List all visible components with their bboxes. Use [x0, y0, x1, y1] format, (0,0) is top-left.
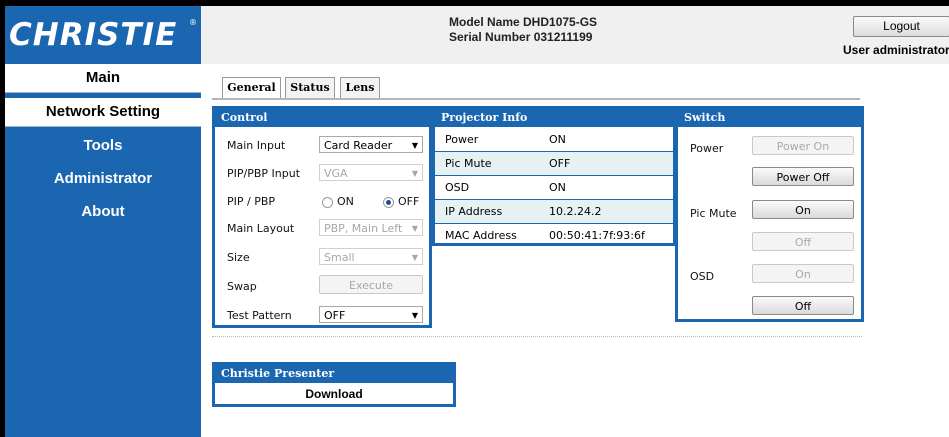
pip-pbp-on-radio[interactable]	[322, 197, 333, 208]
pic-mute-label: Pic Mute	[690, 207, 737, 220]
table-row: Power ON	[435, 128, 673, 152]
test-pattern-value: OFF	[324, 309, 346, 322]
header: Model Name DHD1075-GS Serial Number 0312…	[201, 6, 949, 64]
pip-input-select[interactable]: VGA ▼	[319, 164, 423, 181]
tab-divider	[212, 98, 860, 100]
logout-button[interactable]: Logout	[853, 16, 949, 37]
main-layout-select[interactable]: PBP, Main Left ▼	[319, 219, 423, 236]
info-label: OSD	[445, 181, 470, 194]
user-label: User administrator	[843, 43, 949, 57]
model-name: Model Name DHD1075-GS	[449, 15, 598, 29]
info-label: MAC Address	[445, 229, 517, 242]
main-layout-value: PBP, Main Left	[324, 222, 403, 235]
presenter-title: Christie Presenter	[215, 365, 453, 383]
info-label: Pic Mute	[445, 157, 492, 170]
pic-mute-off-button[interactable]: Off	[752, 232, 854, 251]
table-row: MAC Address 00:50:41:7f:93:6f	[435, 224, 673, 247]
power-label: Power	[690, 142, 724, 155]
info-value: ON	[549, 133, 566, 146]
main-input-label: Main Input	[227, 139, 286, 152]
osd-off-button[interactable]: Off	[752, 296, 854, 315]
tab-lens[interactable]: Lens	[340, 77, 380, 98]
nav-administrator[interactable]: Administrator	[5, 170, 201, 192]
tab-status[interactable]: Status	[285, 77, 335, 98]
presenter-panel: Christie Presenter Download	[212, 362, 456, 407]
sidebar: CHRISTIE ® Main Network Setting Tools Ad…	[5, 6, 201, 437]
pip-input-value: VGA	[324, 167, 348, 180]
nav-tools[interactable]: Tools	[5, 137, 201, 159]
info-label: IP Address	[445, 205, 503, 218]
main-layout-label: Main Layout	[227, 222, 295, 235]
control-title: Control	[215, 109, 429, 127]
main-input-select[interactable]: Card Reader ▼	[319, 136, 423, 153]
table-row: IP Address 10.2.24.2	[435, 200, 673, 224]
pip-pbp-off-label: OFF	[398, 195, 420, 208]
chevron-down-icon: ▼	[411, 169, 418, 178]
main-input-value: Card Reader	[324, 139, 393, 152]
osd-on-button[interactable]: On	[752, 264, 854, 283]
registered-mark: ®	[189, 18, 197, 27]
swap-execute-button[interactable]: Execute	[319, 275, 423, 294]
projector-info-panel: Projector Info Power ON Pic Mute OFF OSD…	[432, 106, 676, 246]
info-label: Power	[445, 133, 479, 146]
chevron-down-icon: ▼	[411, 141, 418, 150]
osd-label: OSD	[690, 270, 715, 283]
size-select[interactable]: Small ▼	[319, 248, 423, 265]
pip-pbp-on-label: ON	[337, 195, 354, 208]
table-row: OSD ON	[435, 176, 673, 200]
chevron-down-icon: ▼	[411, 224, 418, 233]
table-row: Pic Mute OFF	[435, 152, 673, 176]
power-off-button[interactable]: Power Off	[752, 167, 854, 186]
christie-logo: CHRISTIE	[9, 17, 178, 53]
info-value: 10.2.24.2	[549, 205, 602, 218]
pip-pbp-off-radio[interactable]	[383, 197, 394, 208]
switch-title: Switch	[678, 109, 861, 127]
pic-mute-on-button[interactable]: On	[752, 200, 854, 219]
nav-network-setting[interactable]: Network Setting	[5, 98, 201, 127]
chevron-down-icon: ▼	[411, 311, 418, 320]
download-link[interactable]: Download	[215, 387, 453, 401]
size-label: Size	[227, 251, 250, 264]
info-value: OFF	[549, 157, 571, 170]
serial-number: Serial Number 031211199	[449, 30, 593, 44]
chevron-down-icon: ▼	[411, 253, 418, 262]
swap-label: Swap	[227, 280, 257, 293]
control-panel: Control Main Input Card Reader ▼ PIP/PBP…	[212, 106, 432, 328]
tab-general[interactable]: General	[222, 77, 281, 99]
power-on-button[interactable]: Power On	[752, 136, 854, 155]
section-divider	[212, 336, 862, 337]
info-value: 00:50:41:7f:93:6f	[549, 229, 645, 242]
logo-area: CHRISTIE ®	[5, 6, 201, 64]
nav-about[interactable]: About	[5, 203, 201, 225]
test-pattern-label: Test Pattern	[227, 309, 292, 322]
projector-info-title: Projector Info	[435, 109, 673, 127]
model-info: Model Name DHD1075-GS Serial Number 0312…	[449, 15, 597, 45]
info-value: ON	[549, 181, 566, 194]
size-value: Small	[324, 251, 355, 264]
test-pattern-select[interactable]: OFF ▼	[319, 306, 423, 323]
nav-main[interactable]: Main	[5, 64, 201, 93]
pip-input-label: PIP/PBP Input	[227, 167, 301, 180]
pip-pbp-label: PIP / PBP	[227, 195, 276, 208]
switch-panel: Switch Power Power On Power Off Pic Mute…	[675, 106, 864, 322]
